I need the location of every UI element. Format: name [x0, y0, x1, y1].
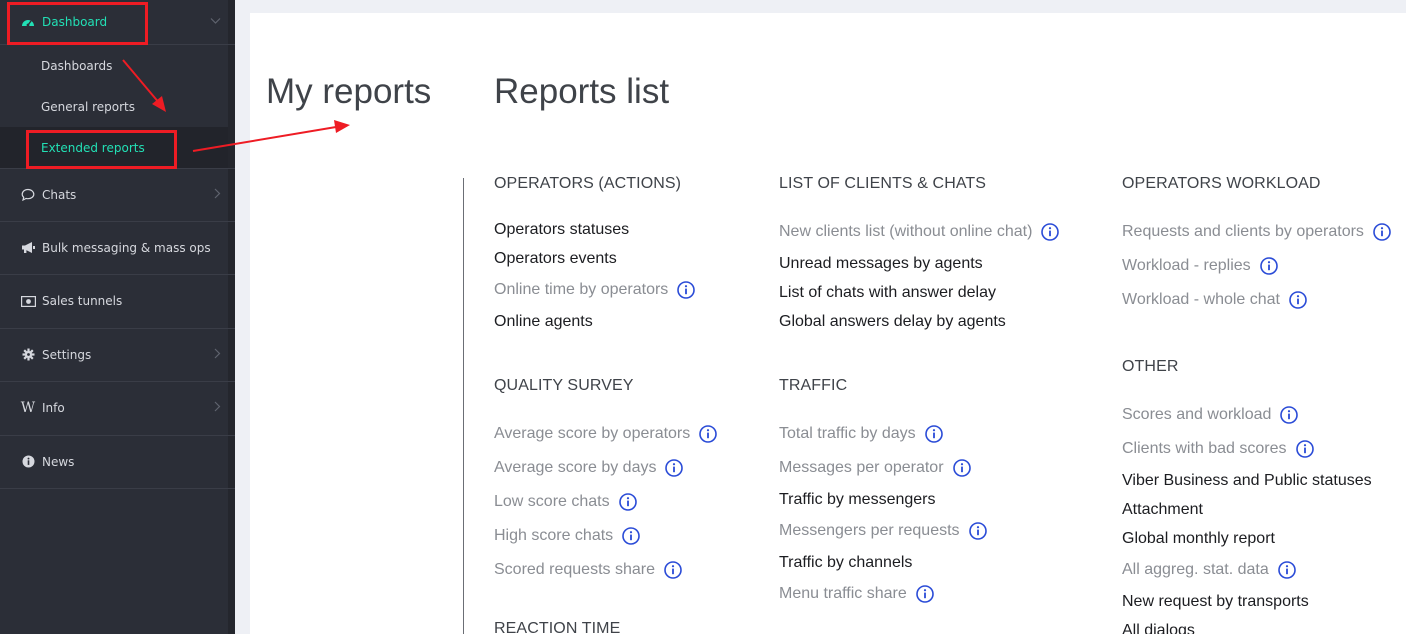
- arrow-to-my-reports: [192, 120, 350, 152]
- annotation-arrows: [122, 59, 350, 152]
- arrow-to-extended-reports: [122, 59, 166, 112]
